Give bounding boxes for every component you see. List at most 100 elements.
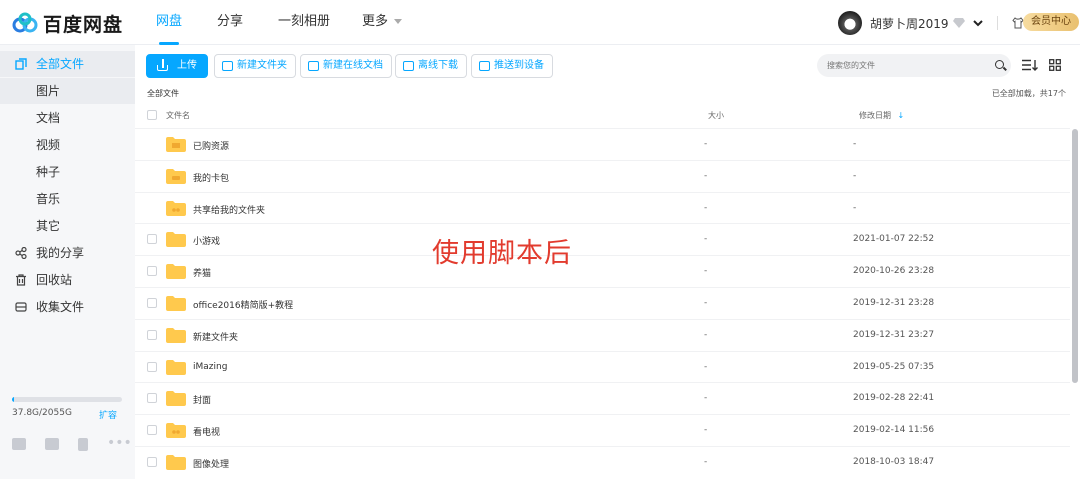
sidebar-item-torrents[interactable]: 种子 [0,159,135,185]
new-online-doc-button[interactable]: 新建在线文档 [300,54,392,78]
search-icon[interactable] [995,60,1004,69]
table-row[interactable]: 已购资源 - - [135,128,1070,160]
card-folder-icon [166,168,186,184]
tshirt-icon[interactable] [1011,17,1024,29]
tv-client-icon[interactable] [45,438,59,450]
new-folder-label: 新建文件夹 [237,60,287,71]
file-date: 2018-10-03 18:47 [853,457,935,467]
offline-download-button[interactable]: 离线下载 [395,54,467,78]
sidebar-item-collect-files[interactable]: 收集文件 [0,294,135,320]
upload-arrow [162,59,164,68]
nav-more[interactable]: 更多 [362,0,403,45]
sidebar-item-label: 收集文件 [36,300,85,314]
row-checkbox[interactable] [147,266,157,277]
table-row[interactable]: 我的卡包 - - [135,159,1070,192]
file-name[interactable]: 看电视 [193,425,220,438]
file-name[interactable]: 新建文件夹 [193,330,238,343]
file-name[interactable]: 图像处理 [193,457,229,470]
upload-button[interactable]: 上传 [146,54,208,78]
table-header: 文件名 大小 修改日期 ↓ [135,103,1070,127]
username: 胡萝卜周2019 [870,16,949,31]
grid-view-icon[interactable] [1047,59,1063,71]
load-status: 已全部加载，共17个 [991,89,1066,98]
nav-share[interactable]: 分享 [217,0,243,45]
table-row[interactable]: 养猫 - 2020-10-26 23:28 [135,255,1070,287]
sidebar-item-label: 全部文件 [36,57,85,71]
new-folder-button[interactable]: 新建文件夹 [214,54,296,78]
row-checkbox[interactable] [147,425,157,436]
document-icon [308,61,319,71]
file-name[interactable]: 共享给我的文件夹 [193,203,265,216]
file-name[interactable]: 已购资源 [193,139,229,152]
file-date: 2019-02-14 11:56 [853,425,935,436]
file-name[interactable]: office2016精简版+教程 [193,298,293,311]
upload-label: 上传 [177,60,197,71]
overlay-caption: 使用脚本后 [432,238,572,269]
baidu-pan-logo-icon [12,12,38,33]
header-size[interactable]: 大小 [708,110,724,121]
file-size: - [704,234,708,245]
table-row[interactable]: iMazing - 2019-05-25 07:35 [135,350,1070,383]
table-row[interactable]: 新建文件夹 - 2019-12-31 23:27 [135,318,1070,351]
sidebar-item-videos[interactable]: 视频 [0,132,135,158]
pc-client-icon[interactable] [12,438,26,450]
scrollbar[interactable] [1072,129,1078,383]
diamond-icon [952,18,965,28]
nav-netdisk[interactable]: 网盘 [156,0,182,45]
file-name[interactable]: 小游戏 [193,234,220,247]
sort-icon[interactable] [1022,59,1038,71]
file-name[interactable]: iMazing [193,362,227,372]
sidebar-item-music[interactable]: 音乐 [0,186,135,212]
breadcrumb[interactable]: 全部文件 [147,88,179,99]
table-row[interactable]: 封面 - 2019-02-28 22:41 [135,382,1070,414]
row-checkbox[interactable] [147,457,157,467]
sidebar-item-documents[interactable]: 文档 [0,105,135,131]
sidebar: 全部文件 图片 文档 视频 种子 音乐 其它 我的分享 回收站 收集文件 37.… [0,45,135,479]
sidebar-item-recycle-bin[interactable]: 回收站 [0,267,135,293]
file-date: - [853,139,857,149]
phone-client-icon[interactable] [78,438,88,451]
purchased-folder-icon [166,137,186,152]
search-input[interactable] [817,54,1011,77]
folder-icon [166,391,186,407]
folder-icon [166,327,186,343]
download-icon [403,61,414,71]
header-date[interactable]: 修改日期 ↓ [859,110,904,121]
push-to-device-button[interactable]: 推送到设备 [471,54,553,78]
file-size: - [704,139,708,149]
shared-folder-icon [166,423,186,439]
sidebar-item-my-shares[interactable]: 我的分享 [0,240,135,266]
file-name[interactable]: 封面 [193,393,211,406]
chevron-down-icon [394,19,403,24]
table-row[interactable]: 小游戏 - 2021-01-07 22:52 [135,223,1070,255]
vip-center-button[interactable]: 会员中心 [1023,13,1079,31]
row-checkbox[interactable] [147,329,157,340]
row-checkbox[interactable] [147,393,157,404]
row-checkbox[interactable] [147,234,157,245]
user-menu[interactable]: 胡萝卜周2019 [838,11,1024,35]
more-icon[interactable]: ••• [107,436,132,451]
client-icons: ••• [12,436,132,451]
sidebar-item-others[interactable]: 其它 [0,213,135,239]
row-checkbox[interactable] [147,298,157,308]
file-name[interactable]: 我的卡包 [193,171,229,184]
sidebar-item-all-files[interactable]: 全部文件 [0,51,135,77]
expand-storage-link[interactable]: 扩容 [99,408,117,421]
file-name[interactable]: 养猫 [193,266,211,279]
table-row[interactable]: office2016精简版+教程 - 2019-12-31 23:28 [135,287,1070,319]
divider [996,16,998,30]
header-name[interactable]: 文件名 [166,110,190,121]
nav-more-label: 更多 [362,14,389,29]
table-row[interactable]: 图像处理 - 2018-10-03 18:47 [135,446,1070,478]
logo[interactable]: 百度网盘 [12,11,123,36]
chevron-down-icon[interactable] [972,19,983,27]
table-row[interactable]: 共享给我的文件夹 - - [135,191,1070,224]
row-checkbox[interactable] [147,361,157,372]
select-all-checkbox[interactable] [147,110,157,120]
new-online-doc-label: 新建在线文档 [323,60,383,71]
table-row[interactable]: 看电视 - 2019-02-14 11:56 [135,414,1070,446]
sidebar-item-images[interactable]: 图片 [0,78,135,104]
nav-album[interactable]: 一刻相册 [278,0,330,45]
file-size: - [704,202,708,213]
avatar [838,11,862,35]
